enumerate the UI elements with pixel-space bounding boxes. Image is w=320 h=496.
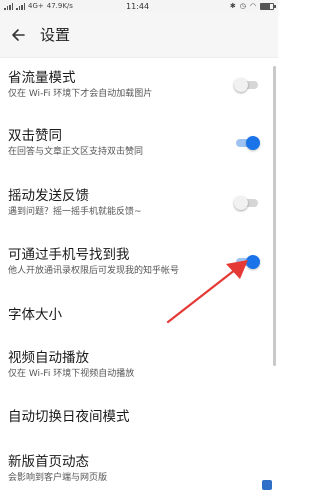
- status-time: 11:44: [126, 1, 150, 11]
- signal-icon: [4, 2, 13, 10]
- page-title: 设置: [40, 26, 71, 44]
- back-button[interactable]: [0, 12, 36, 58]
- setting-title: 自动切换日夜间模式: [8, 408, 130, 425]
- setting-font-size[interactable]: 字体大小: [0, 292, 278, 338]
- setting-subtitle: 会影响到客户端与网页版: [8, 473, 108, 483]
- setting-title: 视频自动播放: [8, 350, 89, 366]
- watermark-logo: [262, 480, 272, 490]
- setting-video-autoplay[interactable]: 视频自动播放 仅在 Wi-Fi 环境下视频自动播放: [0, 338, 278, 392]
- wifi-icon: ◠: [249, 2, 256, 10]
- find-by-phone-toggle[interactable]: [234, 254, 260, 270]
- shake-feedback-toggle[interactable]: [234, 195, 260, 211]
- scrollbar[interactable]: [273, 66, 276, 366]
- alarm-icon: ◷: [239, 2, 246, 10]
- back-arrow-icon: [12, 28, 25, 41]
- setting-subtitle: 仅在 Wi-Fi 环境下视频自动播放: [8, 369, 135, 379]
- status-bar: 4G+ 47.9K/s 11:44 ✱ ◷ ◠: [0, 0, 278, 12]
- settings-list: 省流量模式 仅在 Wi-Fi 环境下才会自动加载图片 双击赞同 在回答与文章正文…: [0, 58, 278, 496]
- setting-title: 新版首页动态: [8, 454, 89, 470]
- double-tap-toggle[interactable]: [234, 135, 260, 151]
- battery-icon: [260, 2, 276, 10]
- status-left: 4G+ 47.9K/s: [4, 2, 114, 10]
- status-right: ✱ ◷ ◠: [229, 2, 276, 10]
- setting-double-tap-upvote[interactable]: 双击赞同 在回答与文章正文区支持双击赞同: [0, 112, 278, 173]
- watermark-icon: [262, 480, 272, 490]
- setting-find-by-phone[interactable]: 可通过手机号找到我 他人开放通讯录权限后可发现我的知乎帐号: [0, 232, 278, 292]
- setting-save-data[interactable]: 省流量模式 仅在 Wi-Fi 环境下才会自动加载图片: [0, 58, 278, 112]
- app-bar: 设置: [0, 12, 278, 58]
- setting-new-home-feed[interactable]: 新版首页动态 会影响到客户端与网页版: [0, 442, 278, 496]
- save-data-toggle[interactable]: [234, 77, 260, 93]
- setting-title: 字体大小: [8, 306, 62, 323]
- network-type: 4G+: [28, 2, 44, 10]
- bluetooth-icon: ✱: [229, 2, 236, 10]
- signal-icon-2: [16, 2, 25, 10]
- network-speed: 47.9K/s: [46, 2, 73, 10]
- setting-shake-feedback[interactable]: 摇动发送反馈 遇到问题？摇一摇手机就能反馈~: [0, 173, 278, 232]
- setting-auto-night-mode[interactable]: 自动切换日夜间模式: [0, 392, 278, 442]
